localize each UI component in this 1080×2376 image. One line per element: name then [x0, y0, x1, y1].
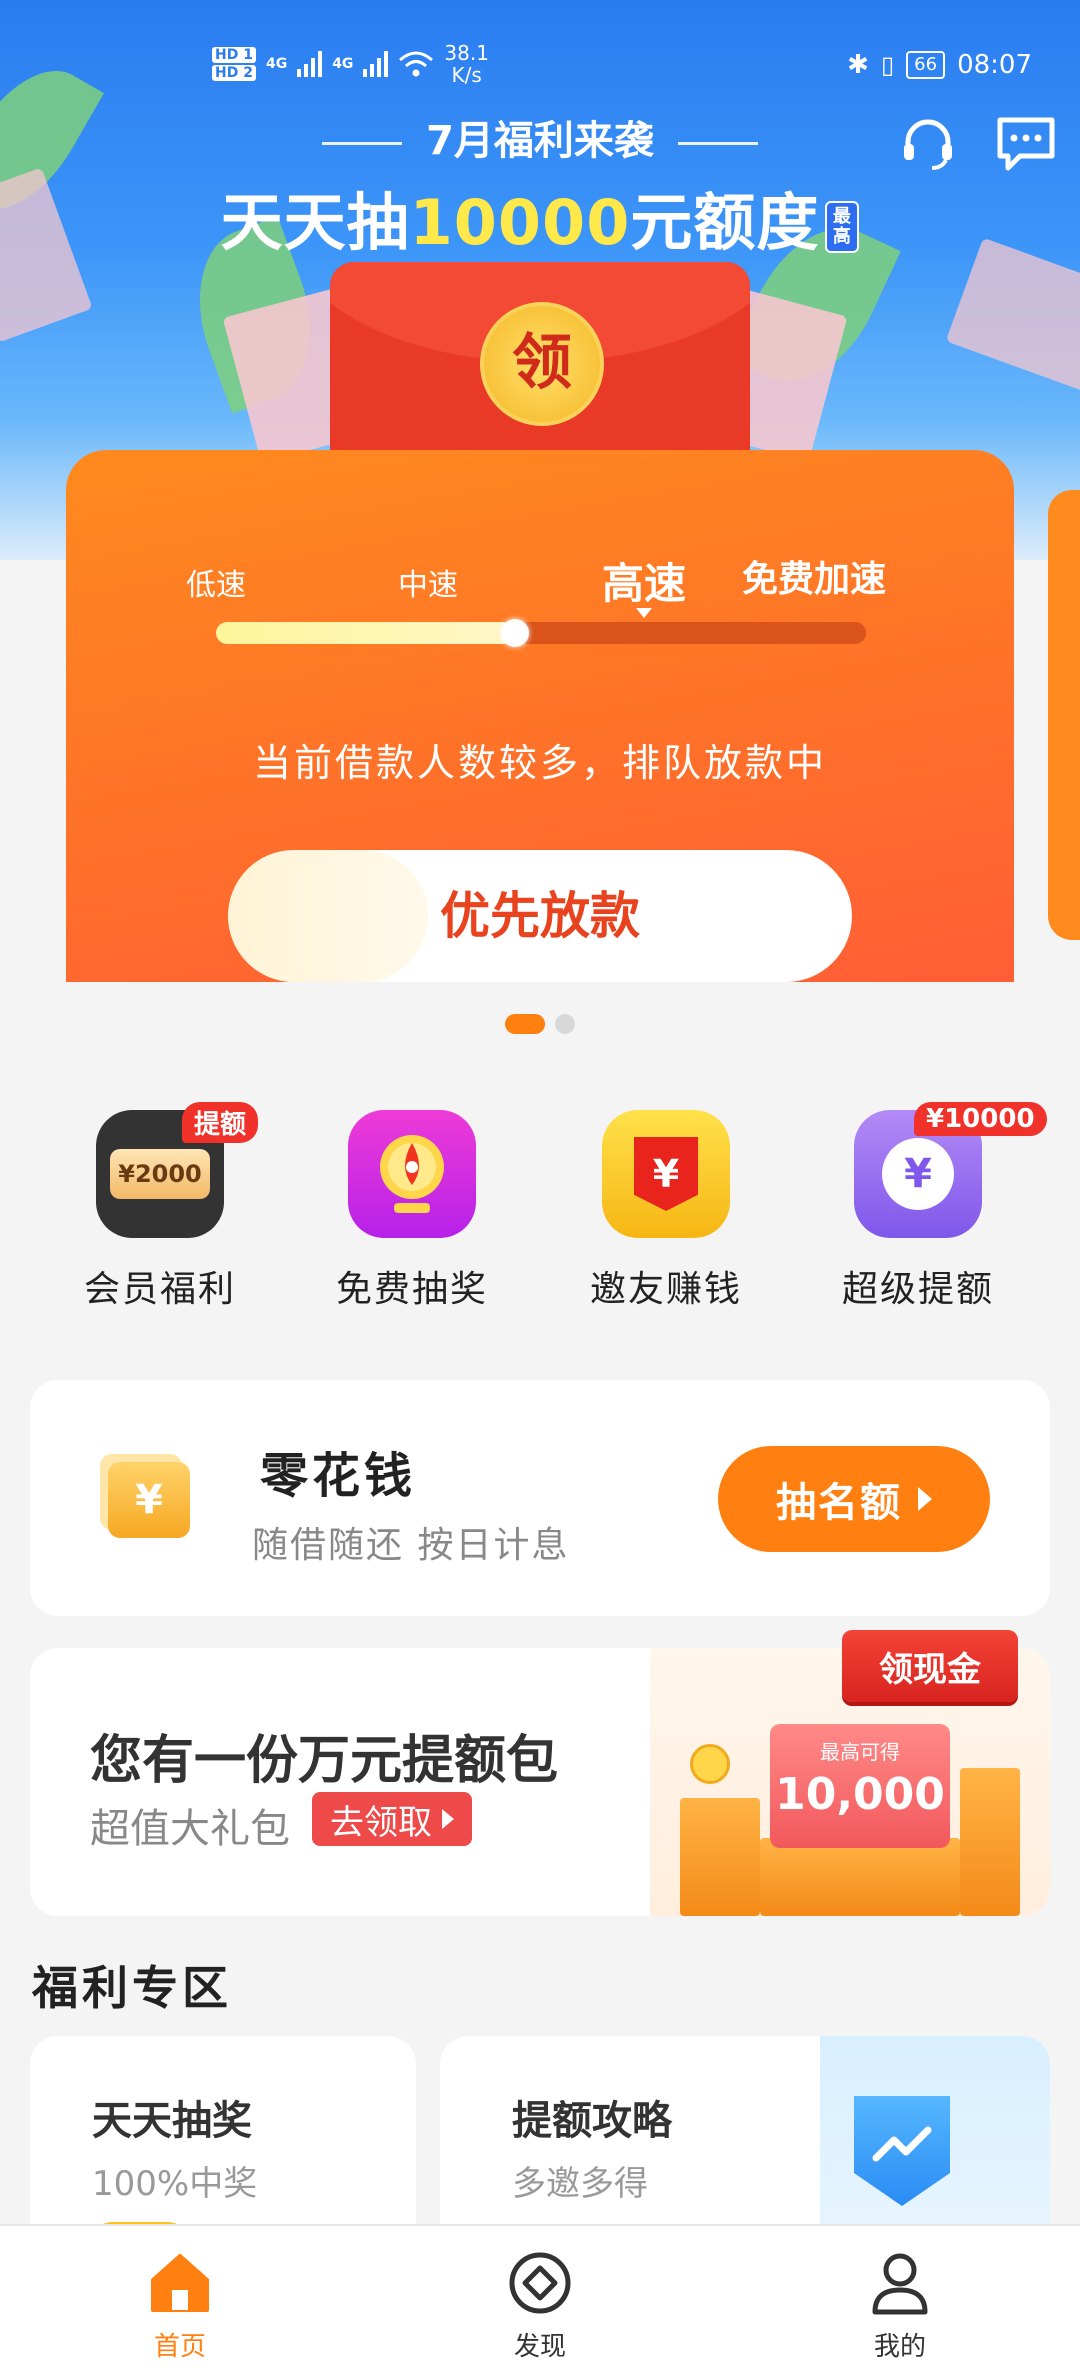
arrow-right-icon: [918, 1487, 932, 1511]
free-boost-link[interactable]: 免费加速: [742, 550, 886, 602]
home-icon: [151, 2254, 209, 2312]
amount-slip: 最高可得 10,000: [770, 1724, 950, 1848]
signal-icon: [297, 51, 323, 77]
sim2-label: HD 2: [212, 65, 256, 81]
free-lottery-entry[interactable]: 免费抽奖: [302, 1090, 522, 1312]
badge: ¥10000: [914, 1102, 1047, 1136]
claim-seal-icon: 领: [480, 302, 604, 426]
clock: 08:07: [957, 50, 1032, 80]
queue-message: 当前借款人数较多，排队放款中: [252, 741, 827, 785]
nav-label: 我的: [873, 2332, 926, 2362]
draw-quota-button[interactable]: 抽名额: [718, 1446, 990, 1552]
nav-discover[interactable]: 发现: [360, 2226, 720, 2376]
entry-label: 免费抽奖: [335, 1269, 488, 1310]
red-packet-icon: ¥: [602, 1110, 730, 1238]
card-title: 天天抽奖: [92, 2098, 252, 2144]
net-speed-unit: K/s: [451, 63, 482, 87]
super-limit-entry[interactable]: ¥ ¥10000 超级提额: [808, 1090, 1047, 1312]
vibrate-icon: ▯: [880, 51, 895, 79]
nav-label: 发现: [513, 2332, 566, 2362]
carousel-dot[interactable]: [505, 1014, 545, 1034]
status-bar: HD 1 HD 2 4G 4G 38.1 K/s ✱ ▯ 66 08:07: [0, 36, 1080, 96]
get-cash-tag[interactable]: 领现金: [842, 1630, 1018, 1702]
quick-entry-row: ¥2000 提额 会员福利 免费抽奖 ¥ 邀友赚钱 ¥ ¥10000 超级提额: [0, 1090, 1080, 1320]
gift-pack-title: 您有一份万元提额包: [90, 1731, 559, 1791]
bottom-nav: 首页 发现 我的: [0, 2224, 1080, 2376]
battery-indicator: 66: [906, 51, 946, 79]
red-envelope[interactable]: 领: [330, 262, 750, 482]
member-benefits-entry[interactable]: ¥2000 提额 会员福利: [50, 1090, 270, 1312]
signal-icon: [363, 51, 389, 77]
promo-subtitle: 7月福利来袭: [0, 108, 1080, 166]
promo-title: 天天抽10000元额度 最高: [0, 172, 1080, 262]
product-card[interactable]: ¥ 零花钱 随借随还 按日计息 抽名额: [30, 1380, 1050, 1616]
speed-progress-fill: [216, 622, 515, 644]
speed-progress-knob: [501, 619, 529, 647]
welfare-section-title: 福利专区: [32, 1961, 232, 2015]
speed-pointer-icon: [636, 608, 652, 618]
speed-progress-bar: [216, 619, 866, 647]
lottery-wheel-icon: [348, 1110, 476, 1238]
max-tag: 最高: [825, 200, 860, 253]
vip-card-icon: ¥2000 提额: [96, 1102, 259, 1238]
entry-label: 会员福利: [83, 1269, 236, 1310]
entry-label: 超级提额: [841, 1269, 994, 1310]
discover-icon: [509, 2252, 571, 2314]
product-name: 零花钱: [260, 1448, 417, 1504]
arrow-right-icon: [442, 1809, 454, 1829]
gift-pack-subtitle: 超值大礼包: [90, 1806, 290, 1852]
nav-home[interactable]: 首页: [0, 2226, 360, 2376]
speed-label-medium: 中速: [398, 568, 458, 603]
nav-profile[interactable]: 我的: [720, 2226, 1080, 2376]
loan-speed-card: 低速 中速 高速 免费加速 当前借款人数较多，排队放款中 优先放款: [66, 450, 1014, 982]
speed-label-low: 低速: [186, 568, 246, 603]
claim-button[interactable]: 去领取: [312, 1792, 472, 1846]
card-title: 提额攻略: [512, 2098, 672, 2144]
sim1-label: HD 1: [212, 47, 256, 63]
product-desc: 随借随还 按日计息: [252, 1525, 570, 1566]
carousel-indicator: [0, 1014, 1080, 1034]
entry-label: 邀友赚钱: [589, 1269, 742, 1310]
network-type-2: 4G: [332, 56, 354, 72]
bluetooth-icon: ✱: [847, 50, 869, 80]
net-speed-value: 38.1: [444, 41, 489, 65]
card-subtitle: 多邀多得: [512, 2164, 648, 2204]
invite-friends-entry[interactable]: ¥ 邀友赚钱: [556, 1090, 776, 1312]
priority-disburse-button[interactable]: 优先放款: [228, 850, 852, 982]
profile-icon: [872, 2253, 928, 2315]
carousel-dot[interactable]: [555, 1014, 575, 1034]
nav-label: 首页: [153, 2332, 206, 2362]
wifi-icon: [399, 51, 434, 77]
next-slide-peek[interactable]: [1048, 490, 1080, 940]
card-subtitle: 100%中奖: [92, 2164, 258, 2204]
speed-label-high: 高速: [602, 559, 687, 608]
network-type-1: 4G: [265, 56, 288, 72]
limit-up-icon: ¥ ¥10000: [854, 1102, 1047, 1238]
badge: 提额: [182, 1102, 259, 1143]
wallet-icon: ¥: [108, 1462, 190, 1538]
